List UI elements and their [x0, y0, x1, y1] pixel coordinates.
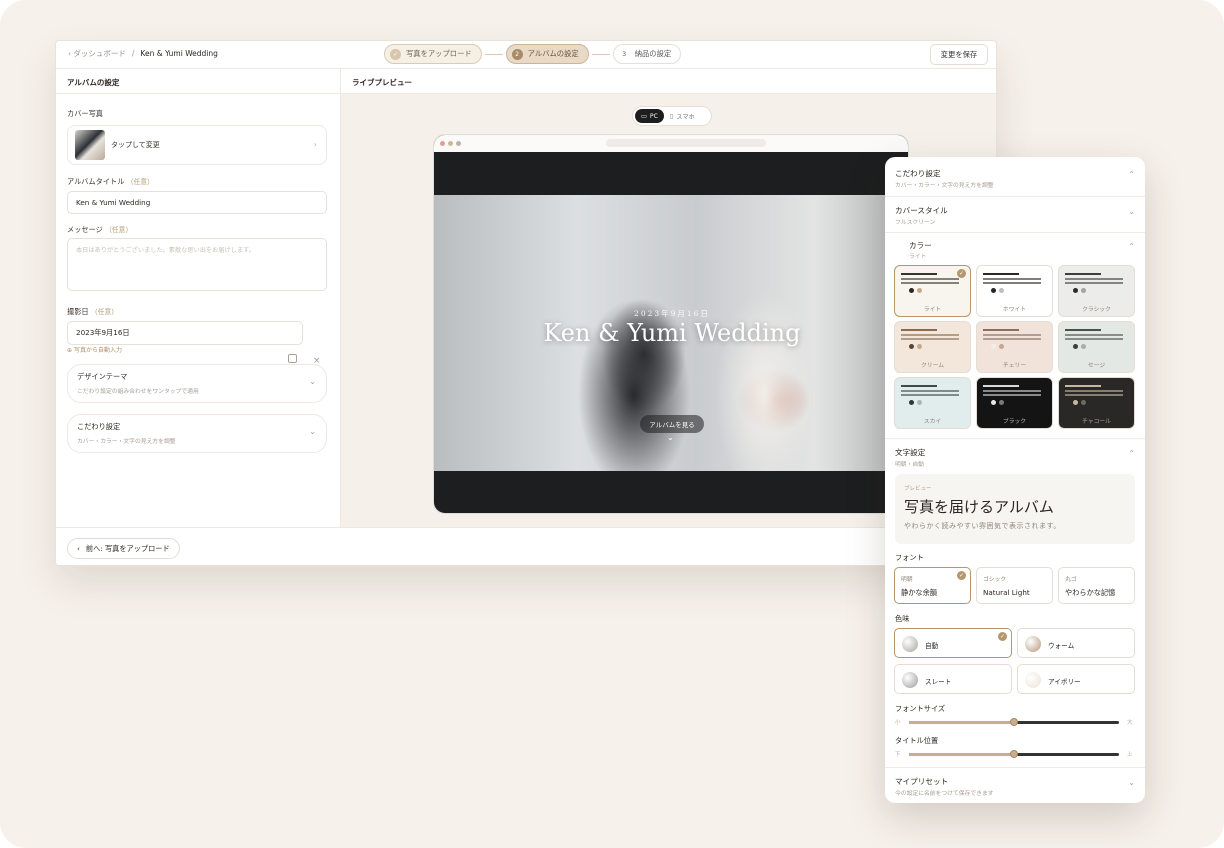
preview-title: ライブプレビュー [341, 69, 996, 94]
date-input[interactable]: 2023年9月16日 [67, 321, 303, 345]
device-toggle: ▭ PC ▯ スマホ [632, 106, 712, 126]
hero-photo: 2023年9月16日 Ken & Yumi Wedding アルバムを見る ⌄ [434, 195, 908, 471]
title-position-slider[interactable] [909, 750, 1119, 758]
album-title-label: アルバムタイトル [67, 177, 125, 186]
color-swatch[interactable]: チェリー [976, 321, 1053, 373]
phone-icon: ▯ [669, 112, 674, 120]
custom-settings-accordion[interactable]: こだわり設定 カバー・カラー・文字の見え方を調整 ⌄ [67, 414, 327, 453]
chevron-up-icon: ⌃ [1128, 449, 1135, 458]
cover-style-section[interactable]: カバースタイル フルスクリーン ⌄ [885, 197, 1145, 233]
step-album-settings[interactable]: 2 アルバムの設定 [505, 44, 589, 64]
chevron-left-icon: ‹ [77, 544, 80, 553]
chevron-down-icon: ⌄ [1128, 778, 1135, 787]
my-preset-section[interactable]: マイプリセット 今の設定に名前をつけて保存できます ⌄ [885, 767, 1145, 803]
tone-option[interactable]: ウォーム [1017, 628, 1135, 658]
album-name: Ken & Yumi Wedding [140, 49, 218, 58]
chevron-right-icon: › [313, 140, 317, 149]
browser-mockup: 2023年9月16日 Ken & Yumi Wedding アルバムを見る ⌄ [433, 134, 909, 514]
tone-option[interactable]: 自動 ✓ [894, 628, 1012, 658]
color-swatch[interactable]: セージ [1058, 321, 1135, 373]
slider-knob[interactable] [1010, 750, 1018, 758]
font-label: フォント [895, 553, 924, 562]
step-delivery[interactable]: 3 納品の設定 [612, 44, 682, 64]
date-hint: ⊕ 写真から自動入力 [67, 347, 122, 354]
message-label: メッセージ [67, 225, 103, 234]
text-settings-section[interactable]: 文字設定 明朝・自動 ⌃ [885, 439, 1145, 469]
cover-label: カバー写真 [67, 109, 103, 118]
browser-chrome [434, 135, 908, 152]
bottom-bar: ‹ 前へ: 写真をアップロード [56, 527, 996, 565]
dashboard-link[interactable]: ‹ ダッシュボード [68, 48, 126, 59]
color-swatch[interactable]: ブラック [976, 377, 1053, 429]
tone-label: 色味 [895, 614, 910, 623]
device-pc-button[interactable]: ▭ PC [635, 109, 664, 123]
slider-knob[interactable] [1010, 718, 1018, 726]
check-icon: ✓ [957, 571, 966, 580]
custom-settings-panel: こだわり設定 カバー・カラー・文字の見え方を調整 ⌃ カバースタイル フルスクリ… [885, 157, 1145, 803]
step-upload[interactable]: ✓ 写真をアップロード [384, 44, 482, 64]
custom-settings-header[interactable]: こだわり設定 カバー・カラー・文字の見え方を調整 ⌃ [885, 157, 1145, 197]
color-swatch[interactable]: クリーム [894, 321, 971, 373]
cover-photo-picker[interactable]: タップして変更 › [67, 125, 327, 165]
cover-thumbnail [75, 130, 105, 160]
chevron-up-icon[interactable]: ⌃ [1128, 242, 1135, 251]
text-preview: プレビュー 写真を届けるアルバム やわらかく読みやすい雰囲気で表示されます。 [895, 474, 1135, 544]
check-icon: ✓ [998, 632, 1007, 641]
tone-option[interactable]: アイボリー [1017, 664, 1135, 694]
font-option[interactable]: 丸ゴ やわらかな記憶 [1058, 567, 1135, 604]
color-swatch[interactable]: ライト ✓ [894, 265, 971, 317]
font-size-label: フォントサイズ [895, 704, 946, 713]
editor-window: ‹ ダッシュボード / Ken & Yumi Wedding ✓ 写真をアップロ… [55, 40, 997, 566]
calendar-icon[interactable] [288, 354, 297, 363]
pane-title: アルバムの設定 [56, 69, 340, 94]
tone-option[interactable]: スレート [894, 664, 1012, 694]
design-theme-accordion[interactable]: デザインテーマ こだわり設定の組み合わせをワンタップで適用 ⌄ [67, 364, 327, 403]
album-title-input[interactable]: Ken & Yumi Wedding [67, 191, 327, 214]
stepper: ✓ 写真をアップロード 2 アルバムの設定 3 納品の設定 [384, 44, 682, 64]
font-option[interactable]: 明朝 静かな余韻 ✓ [894, 567, 971, 604]
color-section: カラー ライト ⌃ ライト ✓ ホワイト クラシック クリーム チェリー セージ スカイ ブラッ… [885, 233, 1145, 439]
message-textarea[interactable]: 本日はありがとうございました。素敵な思い出をお届けします。 [67, 238, 327, 291]
check-icon: ✓ [390, 48, 401, 60]
check-icon: ✓ [957, 269, 966, 278]
color-swatch[interactable]: スカイ [894, 377, 971, 429]
view-album-button[interactable]: アルバムを見る [640, 415, 704, 433]
chevron-up-icon: ⌃ [1128, 170, 1135, 179]
chevron-down-icon: ⌄ [309, 377, 316, 386]
save-button[interactable]: 変更を保存 [930, 44, 988, 65]
color-swatch[interactable]: クラシック [1058, 265, 1135, 317]
chevron-down-icon: ⌄ [1128, 207, 1135, 216]
chevron-down-icon: ⌄ [309, 427, 316, 436]
settings-pane: アルバムの設定 カバー写真 タップして変更 › アルバムタイトル （任意） Ke… [56, 69, 341, 527]
date-label: 撮影日 [67, 307, 89, 316]
device-sp-button[interactable]: ▯ スマホ [664, 109, 701, 123]
font-size-slider[interactable] [909, 718, 1119, 726]
title-position-label: タイトル位置 [895, 736, 939, 745]
chevron-down-icon: ⌄ [667, 433, 674, 442]
previous-step-button[interactable]: ‹ 前へ: 写真をアップロード [67, 538, 180, 559]
hero-title: Ken & Yumi Wedding [543, 319, 801, 347]
hero-date: 2023年9月16日 [634, 309, 710, 318]
color-swatch[interactable]: ホワイト [976, 265, 1053, 317]
monitor-icon: ▭ [641, 112, 647, 120]
breadcrumb: ‹ ダッシュボード / Ken & Yumi Wedding [68, 48, 218, 59]
color-swatch[interactable]: チャコール [1058, 377, 1135, 429]
top-bar: ‹ ダッシュボード / Ken & Yumi Wedding ✓ 写真をアップロ… [56, 41, 996, 69]
font-option[interactable]: ゴシック Natural Light [976, 567, 1053, 604]
address-bar [606, 139, 766, 147]
